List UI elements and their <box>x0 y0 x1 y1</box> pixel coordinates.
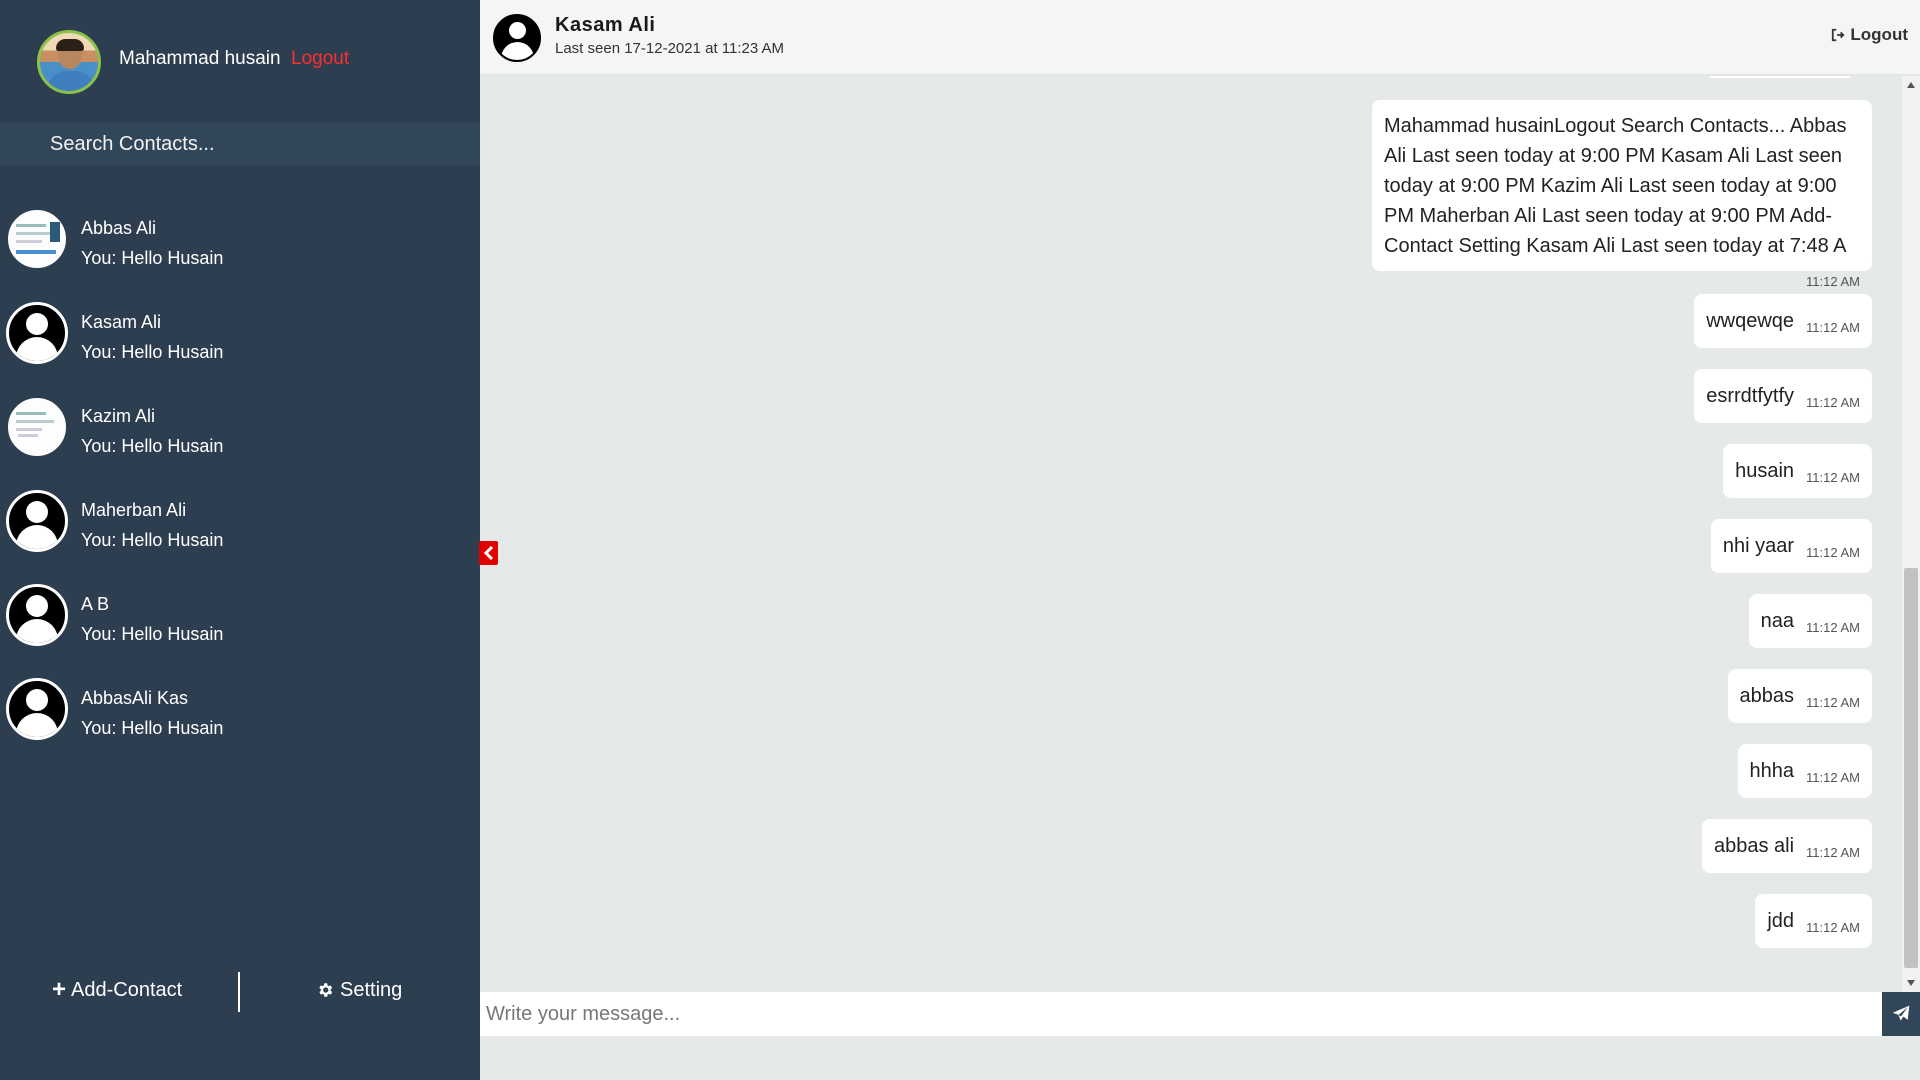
contact-name: AbbasAli Kas <box>81 688 189 708</box>
message-input[interactable] <box>480 992 1882 1036</box>
contact-item-kasam-ali[interactable]: Kasam Ali You: Hello Husain <box>0 295 480 389</box>
message-list: Mahammad husainLogout Search Contacts...… <box>480 76 1902 992</box>
user-icon <box>6 302 68 364</box>
contact-preview: You: Hello Husain <box>81 718 224 738</box>
chat-header: Kasam Ali Last seen 17-12-2021 at 11:23 … <box>480 0 1920 75</box>
contact-item-abbasali-kas[interactable]: AbbasAli Kas You: Hello Husain <box>0 671 480 765</box>
scroll-up-arrow-icon[interactable] <box>1907 82 1915 88</box>
message-text: wwqewqe <box>1706 309 1795 332</box>
message-text: esrrdtfytfy <box>1706 384 1795 407</box>
contact-preview: You: Hello Husain <box>81 530 224 550</box>
sidebar-bottom-bar: + Add-Contact Setting <box>0 960 480 1020</box>
profile-avatar[interactable] <box>37 30 101 94</box>
message-time: 11:12 AM <box>1806 919 1860 935</box>
contact-name: Abbas Ali <box>81 218 157 238</box>
scroll-thumb[interactable] <box>1904 568 1918 968</box>
message-time: 11:12 AM <box>1806 769 1860 785</box>
contact-preview: You: Hello Husain <box>81 624 224 644</box>
message-bubble: naa 11:12 AM <box>1748 594 1872 648</box>
message-time: 11:12 AM <box>1806 469 1860 485</box>
sidebar-logout-link[interactable]: Logout <box>291 48 349 70</box>
message-time: 11:12 AM <box>1806 319 1860 335</box>
contact-avatar <box>6 396 68 458</box>
message-text: abbas <box>1739 684 1795 707</box>
message-bubble: Mahammad husainLogout Search Contacts...… <box>1372 100 1872 271</box>
contact-preview: You: Hello Husain <box>81 436 224 456</box>
search-bar <box>0 123 480 166</box>
add-contact-button[interactable]: + Add-Contact <box>52 960 212 1020</box>
message-text: naa <box>1760 609 1795 632</box>
message-bubble: husain 11:12 AM <box>1723 444 1872 498</box>
message-time: 11:12 AM <box>1806 844 1860 860</box>
sign-out-icon <box>1832 28 1845 42</box>
profile-header: Mahammad husain Logout <box>0 0 480 122</box>
message-bubble: hhha 11:12 AM <box>1737 744 1872 798</box>
header-logout-button[interactable]: Logout <box>1831 25 1908 45</box>
contact-avatar <box>6 208 68 270</box>
user-icon <box>6 584 68 646</box>
contact-preview: You: Hello Husain <box>81 248 224 268</box>
contact-item-a-b[interactable]: A B You: Hello Husain <box>0 577 480 671</box>
message-bubble: jdd 11:12 AM <box>1755 894 1872 948</box>
search-contacts-input[interactable] <box>0 123 480 166</box>
contact-preview: You: Hello Husain <box>81 342 224 362</box>
header-logout-label: Logout <box>1850 25 1908 44</box>
message-bubble: nhi yaar 11:12 AM <box>1710 519 1872 573</box>
sidebar: Mahammad husain Logout Abbas Ali You: He… <box>0 0 480 1080</box>
message-bubble: abbas ali 11:12 AM <box>1701 819 1872 873</box>
message-text: hhha <box>1749 759 1795 782</box>
message-bubble: abbas 11:12 AM <box>1727 669 1872 723</box>
message-bubble: esrrdtfytfy 11:12 AM <box>1694 369 1872 423</box>
message-text: Mahammad husainLogout Search Contacts...… <box>1384 115 1847 257</box>
setting-label: Setting <box>340 978 403 1001</box>
gear-icon <box>319 983 333 997</box>
profile-name: Mahammad husain <box>119 48 281 69</box>
user-icon <box>493 14 541 62</box>
message-text: abbas ali <box>1713 834 1795 857</box>
message-scrollbar[interactable] <box>1902 76 1920 992</box>
message-time: 11:12 AM <box>1806 274 1860 289</box>
contact-item-maherban-ali[interactable]: Maherban Ali You: Hello Husain <box>0 483 480 577</box>
message-composer <box>480 992 1920 1036</box>
divider <box>238 972 240 1012</box>
message-time: 11:12 AM <box>1806 619 1860 635</box>
user-icon <box>6 490 68 552</box>
add-contact-label: Add-Contact <box>71 978 183 1001</box>
scroll-down-arrow-icon[interactable] <box>1907 980 1915 986</box>
contact-name: Kazim Ali <box>81 406 156 426</box>
message-text: husain <box>1735 459 1795 482</box>
contact-list: Abbas Ali You: Hello Husain Kasam Ali Yo… <box>0 201 480 765</box>
setting-button[interactable]: Setting <box>316 960 436 1020</box>
previous-message-edge <box>1710 76 1850 78</box>
chat-contact-name: Kasam Ali <box>555 14 656 36</box>
chat-last-seen: Last seen 17-12-2021 at 11:23 AM <box>555 40 785 57</box>
message-time: 11:12 AM <box>1806 394 1860 410</box>
paper-plane-icon <box>1892 1005 1910 1021</box>
message-text: jdd <box>1767 909 1795 932</box>
contact-item-kazim-ali[interactable]: Kazim Ali You: Hello Husain <box>0 389 480 483</box>
message-text: nhi yaar <box>1722 534 1795 557</box>
send-button[interactable] <box>1882 992 1920 1036</box>
contact-name: Kasam Ali <box>81 312 162 332</box>
contact-item-abbas-ali[interactable]: Abbas Ali You: Hello Husain <box>0 201 480 295</box>
message-time: 11:12 AM <box>1806 544 1860 560</box>
contact-name: Maherban Ali <box>81 500 187 520</box>
user-icon <box>6 678 68 740</box>
contact-name: A B <box>81 594 110 614</box>
message-bubble: wwqewqe 11:12 AM <box>1694 294 1872 348</box>
plus-icon: + <box>52 976 67 1003</box>
message-time: 11:12 AM <box>1806 694 1860 710</box>
